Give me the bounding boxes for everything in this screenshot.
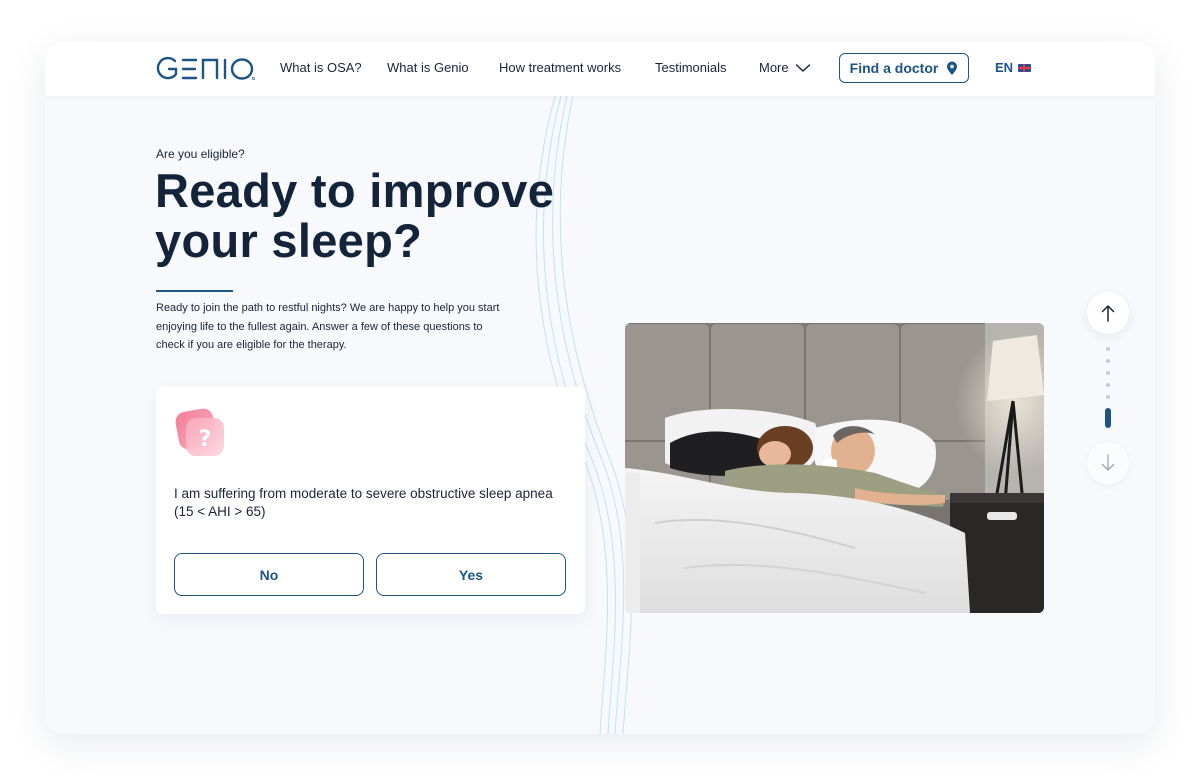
svg-text:?: ? — [199, 427, 212, 452]
intro-paragraph: Ready to join the path to restful nights… — [156, 302, 500, 351]
section-dot[interactable] — [1106, 395, 1110, 399]
page-title: Ready to improve your sleep? — [155, 164, 555, 267]
section-dot[interactable] — [1106, 383, 1110, 387]
find-a-doctor-button[interactable]: Find a doctor — [839, 53, 969, 83]
title-divider — [156, 290, 233, 292]
nav-link-how-treatment-works[interactable]: How treatment works — [499, 60, 621, 75]
section-scroll-navigation — [1087, 292, 1131, 492]
nav-link-testimonials[interactable]: Testimonials — [655, 60, 727, 75]
nav-link-what-is-genio[interactable]: What is Genio — [387, 60, 469, 75]
nav-more-dropdown[interactable]: More — [759, 60, 811, 75]
scroll-up-button[interactable] — [1087, 292, 1129, 334]
page-card: What is OSA? What is Genio How treatment… — [45, 42, 1155, 734]
eligibility-question-card: ? I am suffering from moderate to severe… — [156, 387, 585, 614]
answer-no-button[interactable]: No — [174, 553, 364, 596]
language-label: EN — [995, 60, 1014, 75]
genio-logo[interactable] — [155, 52, 255, 86]
find-a-doctor-label: Find a doctor — [849, 60, 939, 76]
section-dot[interactable] — [1106, 371, 1110, 375]
map-pin-icon — [947, 61, 958, 75]
couple-sleeping-photo — [625, 323, 1044, 613]
section-dot-active[interactable] — [1105, 408, 1111, 428]
top-navigation: What is OSA? What is Genio How treatment… — [45, 42, 1155, 96]
scroll-down-button[interactable] — [1087, 442, 1129, 484]
eyebrow-text: Are you eligible? — [156, 147, 245, 161]
question-text: I am suffering from moderate to severe o… — [174, 485, 554, 521]
nav-link-what-is-osa[interactable]: What is OSA? — [280, 60, 362, 75]
section-dot[interactable] — [1106, 347, 1110, 351]
genio-logo-mark — [156, 56, 255, 80]
nav-more-label: More — [759, 60, 789, 75]
uk-flag-icon — [1018, 63, 1032, 72]
question-condition: (15 < AHI > 65) — [174, 504, 266, 519]
arrow-down-icon — [1101, 454, 1115, 471]
language-selector[interactable]: EN — [995, 60, 1032, 75]
chevron-down-icon — [795, 63, 810, 72]
question-icon: ? — [174, 405, 228, 459]
answer-yes-button[interactable]: Yes — [376, 553, 566, 596]
question-statement: I am suffering from moderate to severe o… — [174, 486, 553, 501]
arrow-up-icon — [1101, 305, 1115, 322]
section-dot[interactable] — [1106, 359, 1110, 363]
